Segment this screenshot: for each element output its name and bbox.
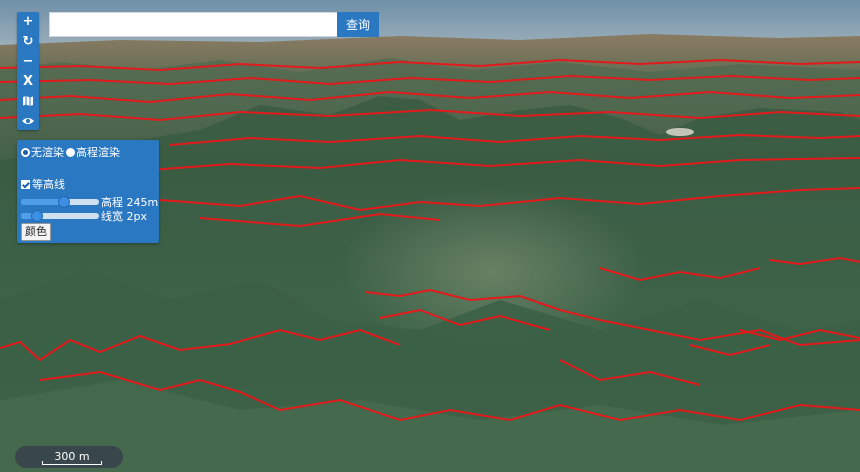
zoom-in-button[interactable]: + [17,12,39,30]
map-icon [23,96,33,106]
zoom-out-button[interactable]: − [17,52,39,70]
scale-bar-label: 300 m [54,450,90,463]
no-render-label: 无渲染 [31,146,64,159]
line-width-row: 线宽 2px [21,208,147,224]
line-width-label: 线宽 2px [101,210,147,223]
elevation-render-radio[interactable] [66,147,75,157]
contour-label: 等高线 [32,178,65,191]
render-settings-panel: 无渲染 高程渲染 等高线 高程 245m 线宽 2px 颜色 [17,140,159,243]
render-mode-row: 无渲染 高程渲染 [21,144,120,160]
eye-icon [22,118,34,124]
close-button[interactable]: X [17,72,39,90]
map-layer-button[interactable] [17,92,39,110]
line-width-slider-thumb[interactable] [30,210,43,222]
no-render-radio[interactable] [21,147,30,157]
contour-toggle-row: 等高线 [21,176,65,192]
reset-view-button[interactable]: ↻ [17,32,39,50]
contour-checkbox[interactable] [21,179,30,189]
search-button[interactable]: 查询 [337,12,379,37]
scale-bar: 300 m [15,446,123,468]
search-bar: 查询 [49,12,379,37]
visibility-button[interactable] [17,112,39,130]
line-width-slider[interactable] [21,210,99,222]
elevation-slider[interactable] [21,196,99,208]
color-button[interactable]: 颜色 [21,223,51,241]
map-toolbar: + ↻ − X [17,12,39,130]
elevation-render-label: 高程渲染 [76,146,120,159]
search-input[interactable] [49,12,337,37]
elevation-slider-thumb[interactable] [57,196,70,208]
